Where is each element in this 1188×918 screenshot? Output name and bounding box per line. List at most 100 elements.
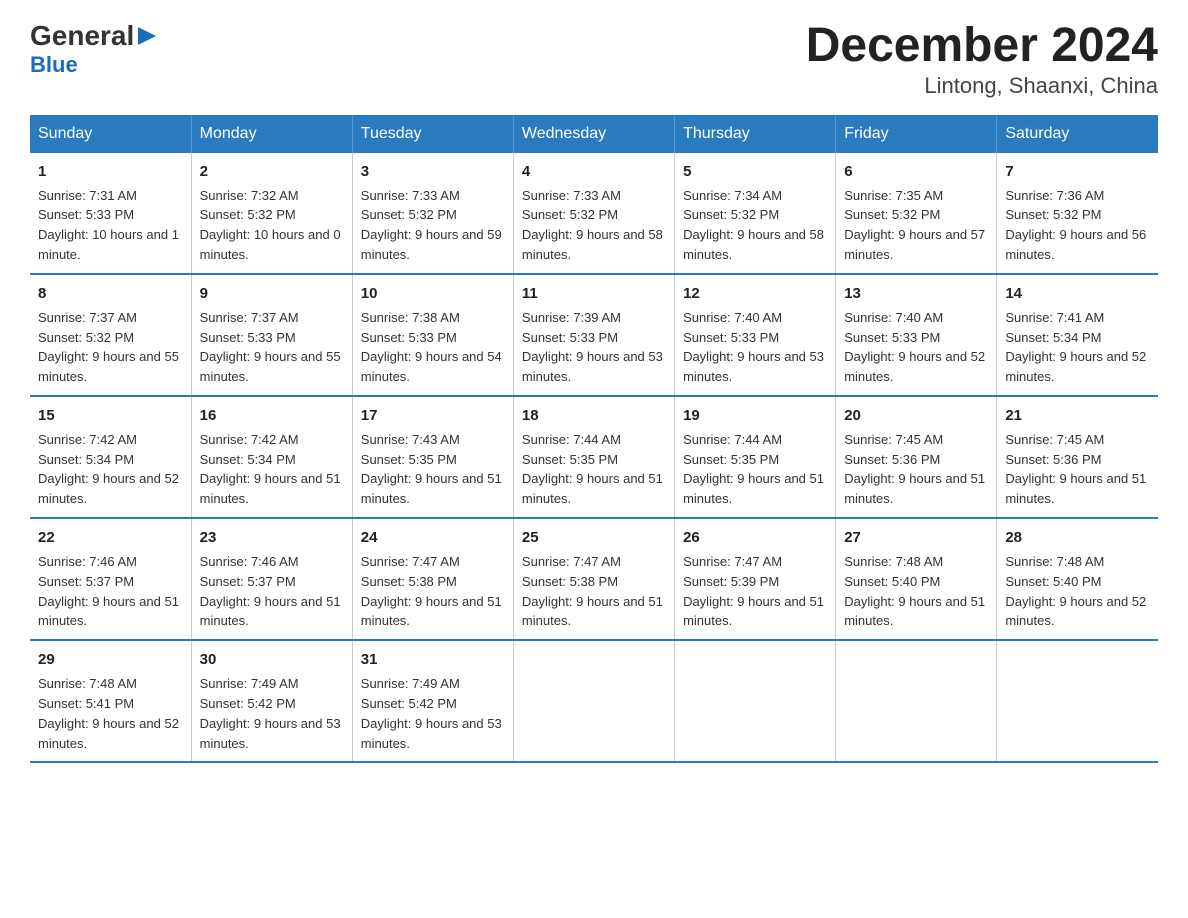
- day-number: 20: [844, 405, 988, 427]
- day-info: Sunrise: 7:32 AMSunset: 5:32 PMDaylight:…: [200, 188, 341, 263]
- logo-blue-text: Blue: [30, 52, 78, 77]
- day-cell: 30 Sunrise: 7:49 AMSunset: 5:42 PMDaylig…: [191, 640, 352, 762]
- day-number: 17: [361, 405, 505, 427]
- day-number: 29: [38, 649, 183, 671]
- day-info: Sunrise: 7:37 AMSunset: 5:32 PMDaylight:…: [38, 310, 179, 385]
- day-cell: 7 Sunrise: 7:36 AMSunset: 5:32 PMDayligh…: [997, 153, 1158, 274]
- day-number: 5: [683, 161, 827, 183]
- week-row-1: 1 Sunrise: 7:31 AMSunset: 5:33 PMDayligh…: [30, 153, 1158, 274]
- weekday-header-sunday: Sunday: [30, 115, 191, 153]
- day-cell: [675, 640, 836, 762]
- header: General Blue December 2024 Lintong, Shaa…: [30, 20, 1158, 99]
- day-number: 8: [38, 283, 183, 305]
- day-cell: 17 Sunrise: 7:43 AMSunset: 5:35 PMDaylig…: [352, 396, 513, 518]
- day-number: 6: [844, 161, 988, 183]
- day-cell: 31 Sunrise: 7:49 AMSunset: 5:42 PMDaylig…: [352, 640, 513, 762]
- day-cell: 8 Sunrise: 7:37 AMSunset: 5:32 PMDayligh…: [30, 274, 191, 396]
- calendar-table: SundayMondayTuesdayWednesdayThursdayFrid…: [30, 115, 1158, 764]
- day-info: Sunrise: 7:33 AMSunset: 5:32 PMDaylight:…: [522, 188, 663, 263]
- day-cell: [513, 640, 674, 762]
- day-cell: 29 Sunrise: 7:48 AMSunset: 5:41 PMDaylig…: [30, 640, 191, 762]
- weekday-header-thursday: Thursday: [675, 115, 836, 153]
- day-info: Sunrise: 7:33 AMSunset: 5:32 PMDaylight:…: [361, 188, 502, 263]
- day-cell: 13 Sunrise: 7:40 AMSunset: 5:33 PMDaylig…: [836, 274, 997, 396]
- day-cell: [836, 640, 997, 762]
- day-cell: 24 Sunrise: 7:47 AMSunset: 5:38 PMDaylig…: [352, 518, 513, 640]
- weekday-header-saturday: Saturday: [997, 115, 1158, 153]
- day-number: 2: [200, 161, 344, 183]
- day-cell: 1 Sunrise: 7:31 AMSunset: 5:33 PMDayligh…: [30, 153, 191, 274]
- day-info: Sunrise: 7:45 AMSunset: 5:36 PMDaylight:…: [1005, 432, 1146, 507]
- day-cell: 18 Sunrise: 7:44 AMSunset: 5:35 PMDaylig…: [513, 396, 674, 518]
- weekday-header-monday: Monday: [191, 115, 352, 153]
- day-number: 18: [522, 405, 666, 427]
- day-info: Sunrise: 7:41 AMSunset: 5:34 PMDaylight:…: [1005, 310, 1146, 385]
- day-number: 25: [522, 527, 666, 549]
- day-cell: 11 Sunrise: 7:39 AMSunset: 5:33 PMDaylig…: [513, 274, 674, 396]
- day-number: 22: [38, 527, 183, 549]
- day-number: 12: [683, 283, 827, 305]
- day-number: 16: [200, 405, 344, 427]
- weekday-header-tuesday: Tuesday: [352, 115, 513, 153]
- week-row-4: 22 Sunrise: 7:46 AMSunset: 5:37 PMDaylig…: [30, 518, 1158, 640]
- day-cell: 3 Sunrise: 7:33 AMSunset: 5:32 PMDayligh…: [352, 153, 513, 274]
- day-info: Sunrise: 7:42 AMSunset: 5:34 PMDaylight:…: [200, 432, 341, 507]
- day-info: Sunrise: 7:47 AMSunset: 5:39 PMDaylight:…: [683, 554, 824, 629]
- day-info: Sunrise: 7:37 AMSunset: 5:33 PMDaylight:…: [200, 310, 341, 385]
- day-cell: 21 Sunrise: 7:45 AMSunset: 5:36 PMDaylig…: [997, 396, 1158, 518]
- day-number: 4: [522, 161, 666, 183]
- day-number: 23: [200, 527, 344, 549]
- day-cell: 28 Sunrise: 7:48 AMSunset: 5:40 PMDaylig…: [997, 518, 1158, 640]
- calendar-title: December 2024: [806, 20, 1158, 73]
- day-cell: 22 Sunrise: 7:46 AMSunset: 5:37 PMDaylig…: [30, 518, 191, 640]
- day-info: Sunrise: 7:38 AMSunset: 5:33 PMDaylight:…: [361, 310, 502, 385]
- day-info: Sunrise: 7:42 AMSunset: 5:34 PMDaylight:…: [38, 432, 179, 507]
- day-info: Sunrise: 7:48 AMSunset: 5:40 PMDaylight:…: [1005, 554, 1146, 629]
- weekday-header-wednesday: Wednesday: [513, 115, 674, 153]
- day-info: Sunrise: 7:40 AMSunset: 5:33 PMDaylight:…: [683, 310, 824, 385]
- day-number: 26: [683, 527, 827, 549]
- day-info: Sunrise: 7:44 AMSunset: 5:35 PMDaylight:…: [683, 432, 824, 507]
- day-cell: [997, 640, 1158, 762]
- day-number: 13: [844, 283, 988, 305]
- day-cell: 14 Sunrise: 7:41 AMSunset: 5:34 PMDaylig…: [997, 274, 1158, 396]
- day-cell: 23 Sunrise: 7:46 AMSunset: 5:37 PMDaylig…: [191, 518, 352, 640]
- day-info: Sunrise: 7:47 AMSunset: 5:38 PMDaylight:…: [522, 554, 663, 629]
- day-number: 28: [1005, 527, 1150, 549]
- day-info: Sunrise: 7:39 AMSunset: 5:33 PMDaylight:…: [522, 310, 663, 385]
- day-info: Sunrise: 7:45 AMSunset: 5:36 PMDaylight:…: [844, 432, 985, 507]
- day-number: 19: [683, 405, 827, 427]
- day-cell: 19 Sunrise: 7:44 AMSunset: 5:35 PMDaylig…: [675, 396, 836, 518]
- weekday-header-friday: Friday: [836, 115, 997, 153]
- day-cell: 25 Sunrise: 7:47 AMSunset: 5:38 PMDaylig…: [513, 518, 674, 640]
- day-info: Sunrise: 7:43 AMSunset: 5:35 PMDaylight:…: [361, 432, 502, 507]
- logo: General Blue: [30, 20, 156, 78]
- day-cell: 15 Sunrise: 7:42 AMSunset: 5:34 PMDaylig…: [30, 396, 191, 518]
- day-cell: 10 Sunrise: 7:38 AMSunset: 5:33 PMDaylig…: [352, 274, 513, 396]
- day-info: Sunrise: 7:48 AMSunset: 5:41 PMDaylight:…: [38, 676, 179, 751]
- day-info: Sunrise: 7:46 AMSunset: 5:37 PMDaylight:…: [38, 554, 179, 629]
- day-info: Sunrise: 7:40 AMSunset: 5:33 PMDaylight:…: [844, 310, 985, 385]
- day-number: 27: [844, 527, 988, 549]
- day-number: 14: [1005, 283, 1150, 305]
- weekday-header-row: SundayMondayTuesdayWednesdayThursdayFrid…: [30, 115, 1158, 153]
- day-info: Sunrise: 7:31 AMSunset: 5:33 PMDaylight:…: [38, 188, 179, 263]
- day-number: 21: [1005, 405, 1150, 427]
- day-cell: 6 Sunrise: 7:35 AMSunset: 5:32 PMDayligh…: [836, 153, 997, 274]
- calendar-subtitle: Lintong, Shaanxi, China: [806, 73, 1158, 99]
- day-cell: 27 Sunrise: 7:48 AMSunset: 5:40 PMDaylig…: [836, 518, 997, 640]
- day-info: Sunrise: 7:36 AMSunset: 5:32 PMDaylight:…: [1005, 188, 1146, 263]
- day-number: 1: [38, 161, 183, 183]
- day-number: 30: [200, 649, 344, 671]
- day-info: Sunrise: 7:46 AMSunset: 5:37 PMDaylight:…: [200, 554, 341, 629]
- day-cell: 16 Sunrise: 7:42 AMSunset: 5:34 PMDaylig…: [191, 396, 352, 518]
- day-number: 11: [522, 283, 666, 305]
- day-info: Sunrise: 7:49 AMSunset: 5:42 PMDaylight:…: [361, 676, 502, 751]
- week-row-5: 29 Sunrise: 7:48 AMSunset: 5:41 PMDaylig…: [30, 640, 1158, 762]
- day-info: Sunrise: 7:48 AMSunset: 5:40 PMDaylight:…: [844, 554, 985, 629]
- day-cell: 9 Sunrise: 7:37 AMSunset: 5:33 PMDayligh…: [191, 274, 352, 396]
- week-row-2: 8 Sunrise: 7:37 AMSunset: 5:32 PMDayligh…: [30, 274, 1158, 396]
- day-cell: 2 Sunrise: 7:32 AMSunset: 5:32 PMDayligh…: [191, 153, 352, 274]
- day-info: Sunrise: 7:35 AMSunset: 5:32 PMDaylight:…: [844, 188, 985, 263]
- day-number: 24: [361, 527, 505, 549]
